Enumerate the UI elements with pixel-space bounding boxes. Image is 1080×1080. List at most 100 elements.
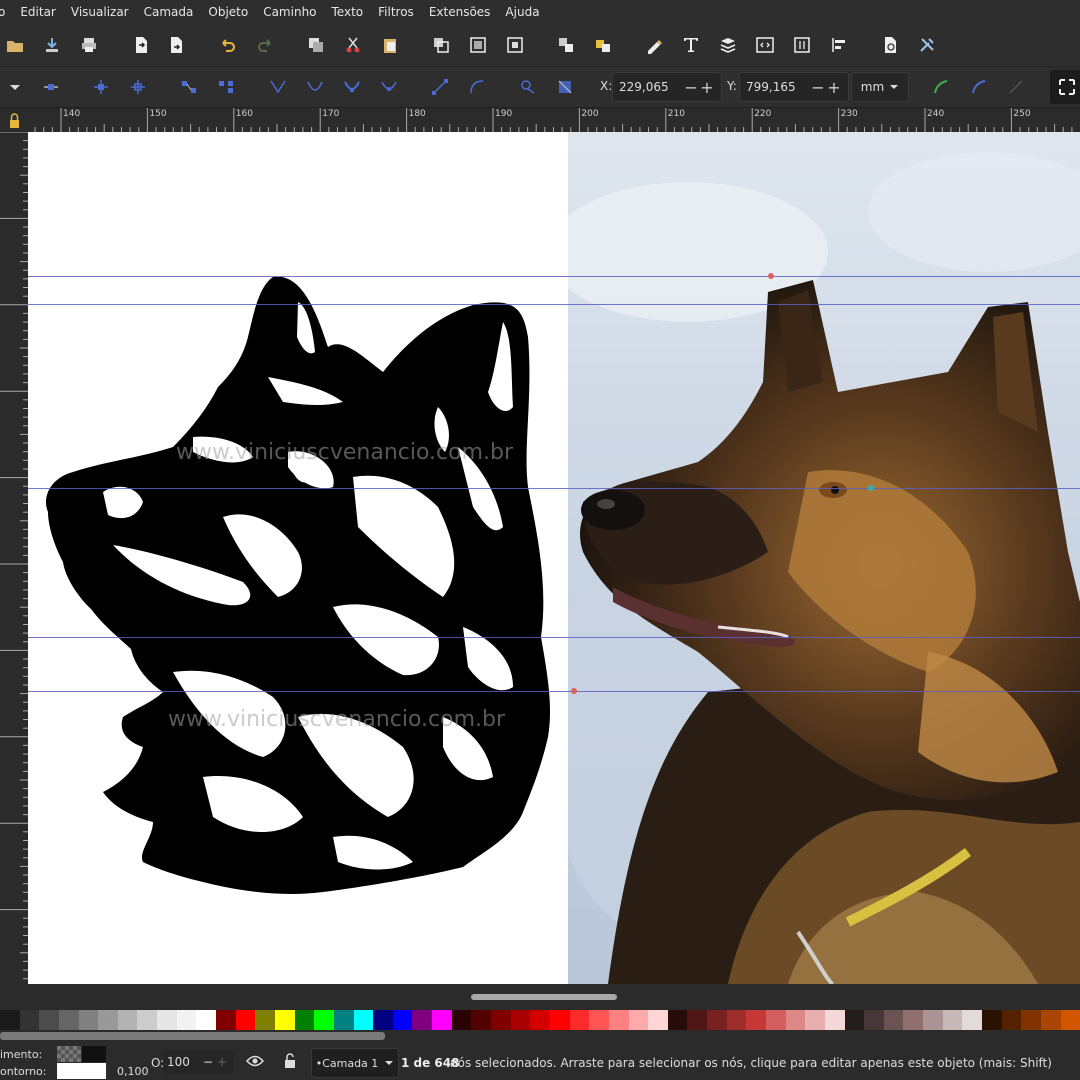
layer-select[interactable]: •Camada 1	[311, 1048, 399, 1078]
show-handles-icon[interactable]	[968, 76, 990, 98]
palette-swatch[interactable]	[39, 1010, 59, 1030]
palette-swatch[interactable]	[569, 1010, 590, 1030]
segment-line-icon[interactable]	[429, 76, 451, 98]
menu-filters[interactable]: Filtros	[371, 5, 422, 19]
palette-swatch[interactable]	[235, 1010, 256, 1030]
ruler-corner[interactable]	[0, 108, 28, 132]
menu-edit[interactable]: Editar	[13, 5, 64, 19]
palette-swatch[interactable]	[883, 1010, 904, 1030]
stroke-width-value[interactable]: 0,100	[117, 1065, 149, 1078]
export-icon[interactable]	[164, 33, 188, 57]
palette-swatch[interactable]	[392, 1010, 413, 1030]
guide-line[interactable]	[28, 488, 1080, 489]
palette-swatch[interactable]	[58, 1010, 79, 1030]
palette-swatch[interactable]	[1021, 1010, 1041, 1030]
palette-swatch[interactable]	[962, 1010, 983, 1030]
drawing-canvas[interactable]: www.viniciuscvenancio.com.br www.viniciu…	[28, 132, 1080, 984]
chevron-down-icon[interactable]	[4, 76, 26, 98]
delete-node-icon[interactable]	[90, 76, 112, 98]
stroke-swatch[interactable]	[57, 1063, 106, 1079]
break-path-icon[interactable]	[178, 76, 200, 98]
palette-swatch[interactable]	[549, 1010, 570, 1030]
palette-swatch[interactable]	[471, 1010, 492, 1030]
horizontal-scrollbar[interactable]	[0, 984, 1080, 1008]
palette-swatch[interactable]	[432, 1010, 452, 1030]
join-nodes-icon[interactable]	[127, 76, 149, 98]
palette-swatch[interactable]	[412, 1010, 433, 1030]
dog-photo[interactable]	[568, 132, 1080, 984]
duplicate-icon[interactable]	[554, 33, 578, 57]
minus-icon[interactable]: −	[810, 78, 826, 97]
palette-swatch[interactable]	[137, 1010, 158, 1030]
minus-icon[interactable]: −	[683, 78, 699, 97]
palette-swatch[interactable]	[98, 1010, 118, 1030]
node-smooth-icon[interactable]	[304, 76, 326, 98]
object-to-path-icon[interactable]	[517, 76, 539, 98]
palette-swatch[interactable]	[785, 1010, 806, 1030]
print-icon[interactable]	[77, 33, 101, 57]
palette-swatch[interactable]	[942, 1010, 963, 1030]
palette-swatch[interactable]	[176, 1010, 197, 1030]
palette-swatch[interactable]	[530, 1010, 550, 1030]
eye-icon[interactable]	[245, 1054, 265, 1071]
zoom-page-icon[interactable]	[503, 33, 527, 57]
stroke-to-path-icon[interactable]	[554, 76, 576, 98]
palette-swatch[interactable]	[78, 1010, 99, 1030]
palette-swatch[interactable]	[0, 1010, 20, 1030]
undo-icon[interactable]	[216, 33, 240, 57]
objects-icon[interactable]	[790, 33, 814, 57]
palette-swatch[interactable]	[19, 1010, 40, 1030]
text-tool-icon[interactable]	[679, 33, 703, 57]
plus-icon[interactable]: +	[826, 78, 842, 97]
guide-line[interactable]	[28, 637, 1080, 638]
horizontal-ruler[interactable]: 140 150 160 170 180 190 200 210 220 230 240 250	[28, 108, 1080, 133]
palette-swatch[interactable]	[314, 1010, 334, 1030]
lock-icon[interactable]	[283, 1053, 297, 1072]
palette-swatch[interactable]	[333, 1010, 354, 1030]
guide-anchor[interactable]	[868, 485, 874, 491]
node-auto-smooth-icon[interactable]	[378, 76, 400, 98]
vertical-ruler[interactable]	[0, 132, 29, 984]
palette-swatch[interactable]	[608, 1010, 629, 1030]
palette-swatch[interactable]	[765, 1010, 786, 1030]
unit-select[interactable]: mm	[851, 72, 909, 102]
import-icon[interactable]	[129, 33, 153, 57]
menu-extensions[interactable]: Extensões	[422, 5, 499, 19]
menu-view[interactable]: Visualizar	[64, 5, 137, 19]
palette-swatch[interactable]	[648, 1010, 668, 1030]
palette-swatch[interactable]	[451, 1010, 472, 1030]
minus-icon[interactable]: −	[201, 1055, 215, 1069]
palette-swatch[interactable]	[844, 1010, 865, 1030]
open-icon[interactable]	[3, 33, 27, 57]
clone-icon[interactable]	[591, 33, 615, 57]
menu-help[interactable]: Ajuda	[498, 5, 547, 19]
paste-icon[interactable]	[378, 33, 402, 57]
palette-swatch[interactable]	[628, 1010, 649, 1030]
fill-stroke-icon[interactable]	[642, 33, 666, 57]
x-coordinate-field[interactable]: 229,065 − +	[612, 72, 722, 102]
palette-swatch[interactable]	[274, 1010, 295, 1030]
insert-node-icon[interactable]	[40, 76, 62, 98]
dog-vector-silhouette[interactable]	[43, 277, 573, 902]
palette-swatch[interactable]	[687, 1010, 708, 1030]
palette-swatch[interactable]	[353, 1010, 374, 1030]
guide-line[interactable]	[28, 304, 1080, 305]
palette-scrollbar[interactable]	[0, 1032, 385, 1040]
palette-swatch[interactable]	[923, 1010, 943, 1030]
palette-swatch[interactable]	[216, 1010, 236, 1030]
palette-swatch[interactable]	[294, 1010, 315, 1030]
palette-swatch[interactable]	[903, 1010, 924, 1030]
palette-swatch[interactable]	[196, 1010, 217, 1030]
palette-swatch[interactable]	[1001, 1010, 1022, 1030]
guide-line[interactable]	[28, 691, 1080, 692]
palette-swatch[interactable]	[589, 1010, 609, 1030]
plus-icon[interactable]: +	[699, 78, 715, 97]
fill-swatch-color[interactable]	[82, 1046, 106, 1062]
palette-swatch[interactable]	[1060, 1010, 1080, 1030]
palette-swatch[interactable]	[117, 1010, 138, 1030]
palette-swatch[interactable]	[864, 1010, 884, 1030]
menu-file[interactable]: o	[0, 5, 13, 19]
fullscreen-icon[interactable]	[1050, 70, 1080, 104]
palette-swatch[interactable]	[824, 1010, 845, 1030]
palette-swatch[interactable]	[1040, 1010, 1061, 1030]
